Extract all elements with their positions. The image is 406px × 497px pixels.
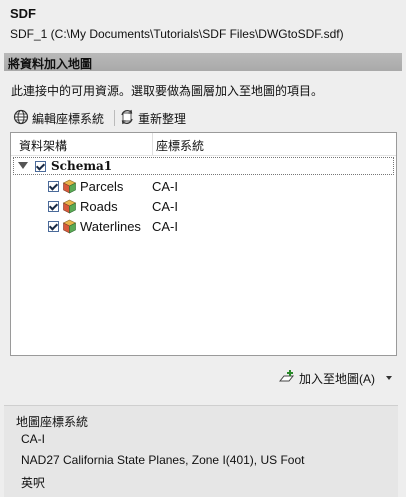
tree-node-feature[interactable]: Parcels CA-I bbox=[11, 177, 391, 197]
tree-header: 資料架構 座標系統 bbox=[11, 133, 396, 156]
connection-path: SDF_1 (C:\My Documents\Tutorials\SDF Fil… bbox=[10, 27, 344, 41]
chevron-down-icon[interactable] bbox=[386, 376, 392, 380]
feature-name: Waterlines bbox=[80, 219, 141, 234]
column-header-coordinate-system[interactable]: 座標系統 bbox=[156, 137, 204, 154]
feature-class-icon bbox=[62, 199, 77, 217]
section-header: 將資料加入地圖 bbox=[4, 53, 402, 71]
instruction-text: 此連接中的可用資源。選取要做為圖層加入至地圖的項目。 bbox=[11, 84, 324, 98]
globe-icon bbox=[13, 109, 29, 128]
column-header-schema[interactable]: 資料架構 bbox=[19, 137, 67, 154]
feature-checkbox[interactable] bbox=[48, 181, 59, 192]
schema-tree[interactable]: 資料架構 座標系統 Schema1 Parcels CA-I Roads CA-… bbox=[10, 132, 397, 356]
expand-triangle-icon[interactable] bbox=[18, 162, 28, 169]
edit-coordinate-system-button[interactable]: 編輯座標系統 bbox=[13, 108, 104, 128]
feature-name: Roads bbox=[80, 199, 118, 214]
tree-node-feature[interactable]: Waterlines CA-I bbox=[11, 217, 391, 237]
feature-coordinate-system: CA-I bbox=[152, 179, 178, 194]
page-title: SDF bbox=[10, 6, 36, 21]
toolbar-separator bbox=[114, 110, 115, 126]
feature-checkbox[interactable] bbox=[48, 201, 59, 212]
feature-class-icon bbox=[62, 179, 77, 197]
section-title: 將資料加入地圖 bbox=[8, 57, 93, 71]
tree-node-schema[interactable]: Schema1 bbox=[13, 157, 394, 175]
add-to-map-label: 加入至地圖(A) bbox=[299, 371, 375, 386]
feature-checkbox[interactable] bbox=[48, 221, 59, 232]
edit-coordinate-system-label: 編輯座標系統 bbox=[32, 111, 105, 126]
schema-checkbox[interactable] bbox=[35, 161, 46, 172]
refresh-icon bbox=[119, 109, 135, 128]
map-coordinate-system-code: CA-I bbox=[21, 432, 45, 446]
map-coordinate-system-label: 地圖座標系統 bbox=[16, 415, 89, 429]
tree-node-feature[interactable]: Roads CA-I bbox=[11, 197, 391, 217]
add-to-map-button[interactable]: 加入至地圖(A) bbox=[278, 367, 395, 389]
feature-class-icon bbox=[62, 219, 77, 237]
map-coordinate-system-name: NAD27 California State Planes, Zone I(40… bbox=[21, 453, 305, 467]
map-coordinate-system-units: 英呎 bbox=[21, 476, 46, 490]
column-divider[interactable] bbox=[152, 133, 153, 155]
add-layer-icon bbox=[278, 369, 296, 388]
toolbar: 編輯座標系統 重新整理 bbox=[11, 108, 256, 128]
feature-name: Parcels bbox=[80, 179, 124, 194]
schema-label: Schema1 bbox=[51, 159, 113, 173]
feature-coordinate-system: CA-I bbox=[152, 219, 178, 234]
feature-coordinate-system: CA-I bbox=[152, 199, 178, 214]
refresh-label: 重新整理 bbox=[138, 111, 187, 126]
refresh-button[interactable]: 重新整理 bbox=[119, 108, 186, 128]
